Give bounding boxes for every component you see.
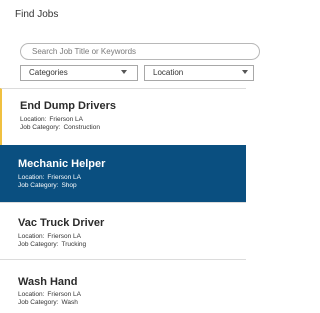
job-meta: Location: Frierson LA Job Category: Constr…	[20, 116, 100, 132]
job-category: Job Category: Trucking	[18, 241, 86, 249]
location-select[interactable]: Location	[144, 65, 254, 81]
category-label: Job Category:	[18, 182, 59, 189]
search-input[interactable]: Search Job Title or Keywords	[20, 43, 260, 60]
categories-select-label: Categories	[29, 68, 68, 77]
job-location: Location: Frierson LA	[20, 116, 100, 124]
location-value: Frierson LA	[47, 174, 81, 181]
location-label: Location:	[18, 174, 45, 181]
job-title: End Dump Drivers	[20, 100, 116, 112]
page-title: Find Jobs	[15, 9, 59, 20]
location-label: Location:	[18, 291, 45, 298]
job-list-item[interactable]: Wash Hand Location: Frierson LA Job Categ…	[0, 259, 246, 313]
job-title: Mechanic Helper	[18, 158, 106, 170]
job-category: Job Category: Wash	[18, 299, 81, 307]
categories-select[interactable]: Categories	[20, 65, 138, 81]
location-value: Frierson LA	[49, 116, 83, 123]
category-label: Job Category:	[20, 124, 61, 131]
job-meta: Location: Frierson LA Job Category: Wash	[18, 291, 81, 307]
category-label: Job Category:	[18, 299, 59, 306]
location-value: Frierson LA	[47, 233, 81, 240]
job-location: Location: Frierson LA	[18, 233, 86, 241]
job-meta: Location: Frierson LA Job Category: Shop	[18, 174, 81, 190]
location-label: Location:	[18, 233, 45, 240]
location-label: Location:	[20, 116, 47, 123]
job-meta: Location: Frierson LA Job Category: Trucki…	[18, 233, 86, 249]
job-category: Job Category: Construction	[20, 124, 100, 132]
category-value: Wash	[61, 299, 78, 306]
job-title: Wash Hand	[18, 276, 78, 288]
chevron-down-icon	[121, 70, 127, 74]
job-location: Location: Frierson LA	[18, 291, 81, 299]
category-value: Construction	[63, 124, 100, 131]
job-list-item[interactable]: Vac Truck Driver Location: Frierson LA Jo…	[0, 202, 246, 259]
job-list-item[interactable]: End Dump Drivers Location: Frierson LA Jo…	[0, 88, 246, 145]
job-category: Job Category: Shop	[18, 182, 81, 190]
category-value: Shop	[61, 182, 77, 189]
job-location: Location: Frierson LA	[18, 174, 81, 182]
job-title: Vac Truck Driver	[18, 217, 105, 229]
category-label: Job Category:	[18, 241, 59, 248]
chevron-down-icon	[242, 70, 248, 74]
location-select-label: Location	[153, 68, 184, 77]
location-value: Frierson LA	[47, 291, 81, 298]
category-value: Trucking	[61, 241, 87, 248]
job-list-item-selected[interactable]: Mechanic Helper Location: Frierson LA Job…	[0, 145, 246, 202]
